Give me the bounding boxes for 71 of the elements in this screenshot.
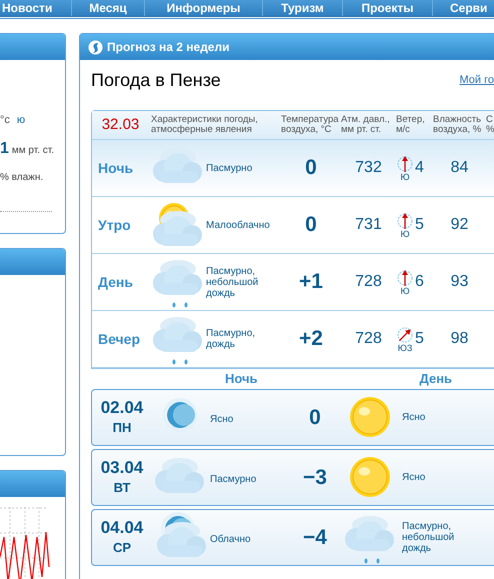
wind-speed: 6 bbox=[415, 272, 424, 292]
weather-description: Ясно bbox=[402, 412, 426, 423]
nav-tab[interactable]: Месяц bbox=[72, 0, 145, 16]
date-label: 32.03 bbox=[102, 120, 140, 130]
day-date: 04.04 bbox=[100, 518, 144, 538]
pressure-unit: мм рт. ст. bbox=[12, 144, 54, 158]
column-header: Ветер, м/с bbox=[396, 115, 425, 135]
column-header: Характеристики погоды, атмосферные явления bbox=[151, 115, 258, 135]
side-panel-header bbox=[0, 249, 65, 275]
nav-tab[interactable]: Туризм bbox=[263, 0, 343, 16]
page-heading: Погода в Пензе bbox=[91, 68, 221, 92]
temperature: 0 bbox=[309, 404, 321, 431]
logo-icon bbox=[88, 40, 103, 54]
my-city-link[interactable]: Мой го bbox=[460, 72, 494, 88]
temperature: −3 bbox=[303, 464, 327, 491]
humidity: 93 bbox=[450, 272, 468, 292]
day-date: 03.04 bbox=[100, 458, 144, 478]
period-label: Ночь bbox=[97, 158, 134, 178]
temperature: 0 bbox=[305, 212, 317, 238]
wind-speed: 4 bbox=[415, 158, 424, 178]
temperature: 0 bbox=[305, 155, 317, 182]
wind-direction: Ю bbox=[400, 172, 410, 182]
weather-description: Пасмурно bbox=[210, 474, 256, 484]
column-header: Атм. давл., мм рт. ст. bbox=[341, 115, 390, 135]
column-header: Температура воздуха, °С bbox=[281, 115, 339, 135]
weather-description: Пасмурно, небольшой дождь bbox=[206, 266, 260, 298]
pressure: 728 bbox=[355, 272, 382, 292]
line-graph-drawing bbox=[0, 507, 50, 579]
wind-direction: Ю bbox=[400, 230, 410, 238]
wind-direction: ю bbox=[16, 113, 26, 128]
wind-direction: Ю bbox=[400, 286, 410, 296]
side-panel-header bbox=[0, 34, 65, 60]
side-panel-header bbox=[0, 471, 65, 497]
humidity: 84 bbox=[450, 158, 468, 178]
temperature: −4 bbox=[303, 524, 327, 551]
nav-tab[interactable]: Серви bbox=[433, 0, 494, 16]
weekday: ПН bbox=[112, 418, 132, 437]
weekday: СР bbox=[112, 538, 132, 557]
temperature: +2 bbox=[299, 326, 323, 352]
nav-tab[interactable]: Информеры bbox=[145, 0, 263, 16]
day-date: 02.04 bbox=[100, 398, 144, 418]
weather-description: Ясно bbox=[210, 414, 234, 424]
nav-tab[interactable]: Новости bbox=[0, 0, 72, 16]
weather-description: Малооблачно bbox=[206, 220, 271, 230]
weather-description: Пасмурно bbox=[206, 162, 254, 174]
nav-tab[interactable]: Проекты bbox=[343, 0, 433, 16]
pressure: 731 bbox=[355, 215, 382, 235]
wind-direction: ЮЗ bbox=[398, 344, 412, 352]
period-label: День bbox=[97, 272, 134, 292]
weather-description: Облачно bbox=[210, 534, 251, 544]
temperature: +1 bbox=[299, 269, 323, 296]
humidity: 92 bbox=[450, 215, 468, 235]
weather-description: Пасмурно, дождь bbox=[206, 328, 256, 350]
humidity: 98 bbox=[450, 329, 468, 349]
pressure-value: 1 bbox=[0, 138, 9, 158]
temperature-unit: °с bbox=[0, 113, 10, 128]
humidity-unit: % влажн. bbox=[0, 170, 44, 184]
panel-title: Прогноз на 2 недели bbox=[107, 39, 230, 56]
wind-speed: 5 bbox=[415, 329, 424, 349]
weather-description: Пасмурно, небольшой дождь bbox=[402, 521, 456, 554]
column-header: Влажность воздуха, % bbox=[433, 115, 482, 135]
pressure: 728 bbox=[355, 329, 382, 349]
day-label: День bbox=[420, 370, 452, 388]
wind-speed: 5 bbox=[415, 215, 424, 235]
pressure: 732 bbox=[355, 158, 382, 178]
column-header: С % bbox=[486, 115, 494, 135]
weekday: ВТ bbox=[114, 478, 130, 497]
period-label: Утро bbox=[97, 216, 132, 235]
weather-description: Ясно bbox=[402, 472, 426, 483]
period-label: Вечер bbox=[97, 330, 142, 349]
night-label: Ночь bbox=[225, 370, 258, 388]
